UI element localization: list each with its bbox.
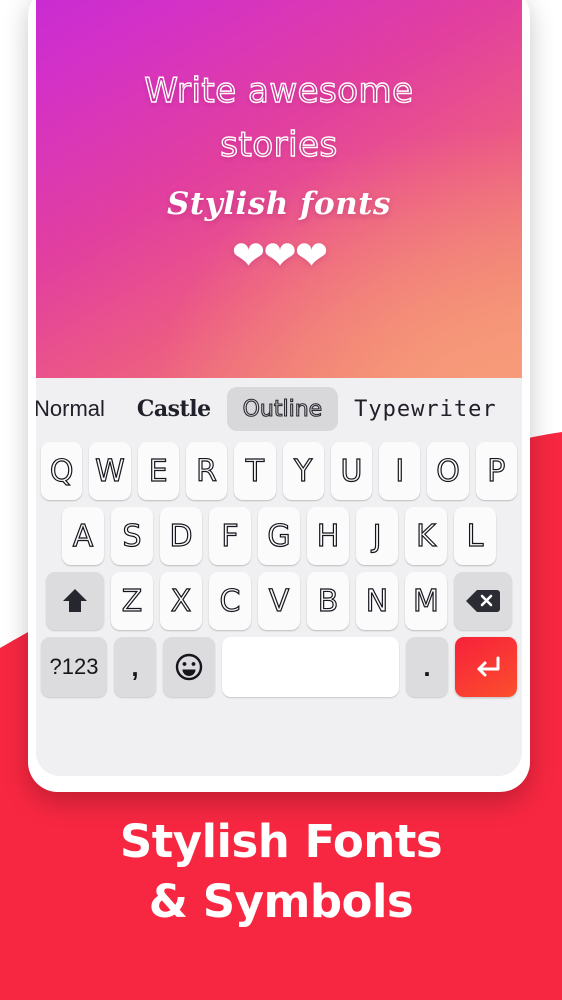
shift-icon [63,589,87,612]
promo-caption: Stylish Fonts & Symbols [0,812,562,932]
keyboard: Normal Castle Outline Typewriter Q W E R… [36,378,522,776]
keyboard-row-2: A S D F G H J K L [36,507,522,565]
key-m[interactable]: M [405,572,447,630]
key-p[interactable]: P [475,442,517,500]
key-a[interactable]: A [62,507,104,565]
key-i[interactable]: I [379,442,421,500]
key-w[interactable]: W [89,442,131,500]
key-x[interactable]: X [160,572,202,630]
key-s[interactable]: S [111,507,153,565]
comma-key[interactable]: , [114,637,156,697]
backspace-icon [466,590,500,612]
font-chip-outline[interactable]: Outline [226,387,339,431]
key-j[interactable]: J [356,507,398,565]
emoji-key[interactable] [163,637,215,697]
key-v[interactable]: V [258,572,300,630]
key-k[interactable]: K [405,507,447,565]
key-g[interactable]: G [258,507,300,565]
banner-headline-line1: Write awesome [144,70,414,111]
key-b[interactable]: B [307,572,349,630]
caption-line-2: & Symbols [148,875,414,928]
banner-headline-line2: stories [220,124,338,165]
heart-icons: ❤❤❤ [231,234,329,278]
enter-icon [477,656,500,677]
keyboard-row-3: Z X C V B N M [36,572,522,630]
key-e[interactable]: E [137,442,179,500]
promo-screenshot: Write awesome stories Stylish fonts ❤❤❤ … [0,0,562,1000]
enter-key[interactable] [455,637,517,697]
key-t[interactable]: T [234,442,276,500]
key-o[interactable]: O [427,442,469,500]
key-z[interactable]: Z [111,572,153,630]
key-u[interactable]: U [330,442,373,500]
key-h[interactable]: H [307,507,349,565]
gradient-banner: Write awesome stories Stylish fonts ❤❤❤ [36,0,522,378]
keyboard-row-4: ?123 , . [36,637,522,697]
key-d[interactable]: D [160,507,202,565]
font-style-strip[interactable]: Normal Castle Outline Typewriter [36,378,522,440]
font-chip-normal[interactable]: Normal [36,387,121,431]
caption-line-1: Stylish Fonts [119,815,443,868]
backspace-key[interactable] [454,572,512,630]
symbols-key[interactable]: ?123 [41,637,107,697]
phone-screen: Write awesome stories Stylish fonts ❤❤❤ … [36,0,522,776]
banner-script-line: Stylish fonts [167,186,391,222]
emoji-icon [175,653,203,681]
key-f[interactable]: F [209,507,251,565]
key-y[interactable]: Y [282,442,324,500]
key-q[interactable]: Q [41,442,83,500]
key-r[interactable]: R [185,442,228,500]
phone-device: Write awesome stories Stylish fonts ❤❤❤ … [28,0,530,792]
key-c[interactable]: C [209,572,251,630]
font-chip-typewriter[interactable]: Typewriter [338,387,512,431]
font-chip-castle[interactable]: Castle [121,387,227,431]
key-l[interactable]: L [454,507,496,565]
shift-key[interactable] [46,572,104,630]
key-n[interactable]: N [356,572,398,630]
space-key[interactable] [222,637,399,697]
period-key[interactable]: . [406,637,448,697]
keyboard-row-1: Q W E R T Y U I O P [36,442,522,500]
